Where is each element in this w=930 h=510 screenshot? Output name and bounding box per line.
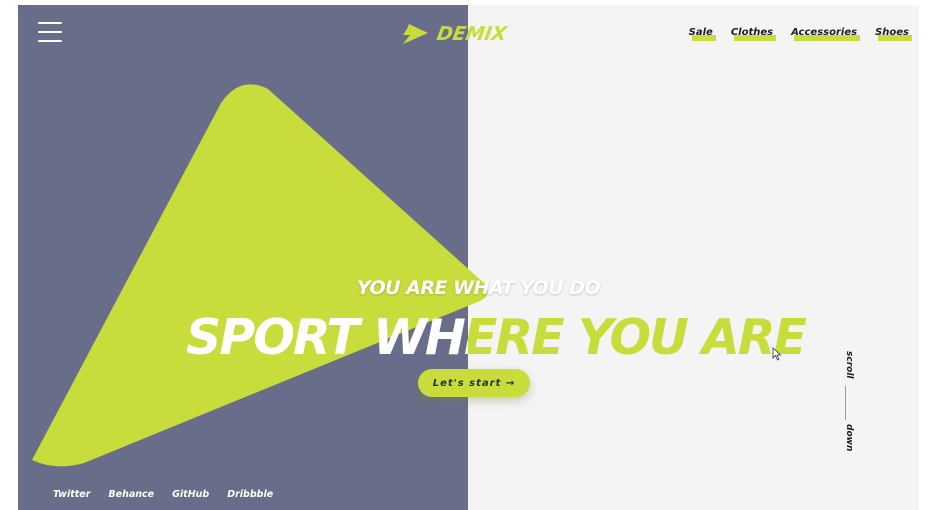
logo-text: DEMIX xyxy=(435,23,509,45)
social-link-dribbble[interactable]: Dribbble xyxy=(227,489,273,500)
social-link-github[interactable]: GitHub xyxy=(172,489,209,500)
hero-headline-text: SPORT WHERE YOU ARE xyxy=(186,309,468,366)
nav-item-label: Shoes xyxy=(875,27,909,38)
nav-item-label: Accessories xyxy=(791,27,858,38)
hero-headline-text-overlay: SPORT WHERE YOU ARE xyxy=(468,309,807,366)
scroll-label: scroll xyxy=(844,351,854,379)
nav-item-label: Clothes xyxy=(730,27,774,38)
nav-item-label: Sale xyxy=(688,27,713,38)
social-link-behance[interactable]: Behance xyxy=(108,489,154,500)
nav-item-shoes[interactable]: Shoes xyxy=(875,27,912,41)
hero-headline: SPORT WHERE YOU ARE SPORT WHERE YOU ARE xyxy=(18,307,919,369)
social-link-twitter[interactable]: Twitter xyxy=(53,489,90,500)
mouse-cursor-icon xyxy=(772,347,782,361)
left-panel xyxy=(18,5,468,510)
brand-logo[interactable]: DEMIX xyxy=(401,21,509,47)
hero-tagline: YOU ARE WHAT YOU DO xyxy=(356,277,601,299)
logo-arrow-icon xyxy=(403,24,428,44)
hamburger-icon[interactable] xyxy=(38,21,64,43)
nav-item-sale[interactable]: Sale xyxy=(688,27,716,41)
nav-item-clothes[interactable]: Clothes xyxy=(730,27,777,41)
lets-start-button[interactable]: Let's start → xyxy=(418,369,530,397)
social-links: Twitter Behance GitHub Dribbble xyxy=(53,489,273,500)
nav-item-accessories[interactable]: Accessories xyxy=(791,27,861,41)
main-nav: Sale Clothes Accessories Shoes xyxy=(688,27,912,41)
landing-page: DEMIX Sale Clothes Accessories Shoes YOU… xyxy=(18,5,919,510)
scroll-divider xyxy=(845,386,846,420)
scroll-down-label: down xyxy=(844,424,854,452)
